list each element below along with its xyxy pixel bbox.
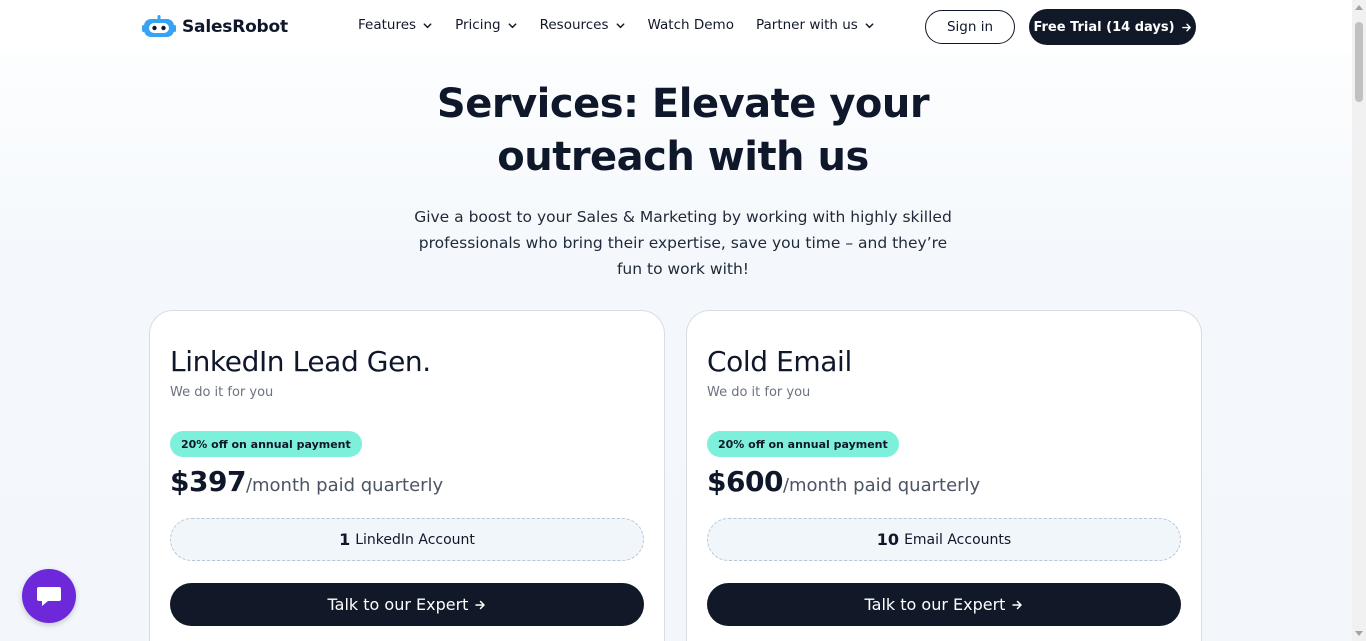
price-amount: $600	[707, 465, 783, 498]
subtitle-line-3: fun to work with!	[616, 260, 750, 278]
robot-logo-icon	[142, 15, 176, 37]
card-title: LinkedIn Lead Gen.	[170, 345, 431, 378]
brand-logo[interactable]: SalesRobot	[142, 14, 288, 40]
chat-widget-button[interactable]	[22, 569, 76, 623]
nav-item-pricing[interactable]: Pricing	[455, 17, 518, 33]
price-amount: $397	[170, 465, 246, 498]
card-subtitle: We do it for you	[707, 385, 811, 400]
nav-item-resources[interactable]: Resources	[540, 17, 626, 33]
free-trial-label: Free Trial (14 days)	[1033, 19, 1175, 35]
cta-label: Talk to our Expert	[864, 595, 1006, 614]
card-title: Cold Email	[707, 345, 852, 378]
nav-label: Pricing	[455, 17, 501, 33]
nav-item-features[interactable]: Features	[358, 17, 433, 33]
title-line-2: outreach with us	[497, 134, 869, 180]
price: $397 /month paid quarterly	[170, 465, 443, 498]
subtitle-line-1: Give a boost to your Sales & Marketing b…	[414, 208, 952, 226]
cta-label: Talk to our Expert	[327, 595, 469, 614]
nav-label: Partner with us	[755, 17, 858, 33]
nav-label: Features	[358, 17, 417, 33]
site-header: SalesRobot Features Pricing Resources Wa…	[0, 0, 1352, 54]
talk-to-expert-button[interactable]: Talk to our Expert	[170, 583, 644, 626]
nav-label: Resources	[539, 17, 609, 33]
account-quota: 1 LinkedIn Account	[170, 518, 644, 561]
main-nav: Features Pricing Resources Watch Demo Pa…	[358, 17, 897, 33]
arrow-right-icon	[1181, 23, 1191, 31]
page-subtitle: Give a boost to your Sales & Marketing b…	[383, 204, 983, 282]
pricing-card-linkedin: LinkedIn Lead Gen. We do it for you 20% …	[149, 310, 665, 641]
nav-label: Watch Demo	[647, 17, 734, 33]
scroll-up-arrow-icon[interactable]	[1355, 5, 1363, 10]
price-unit: /month paid quarterly	[782, 475, 981, 496]
sign-in-button[interactable]: Sign in	[925, 10, 1015, 44]
page-scrollbar[interactable]	[1352, 0, 1366, 641]
arrow-right-icon	[475, 600, 486, 609]
nav-item-partner[interactable]: Partner with us	[756, 17, 875, 33]
account-label: Email Accounts	[904, 531, 1012, 548]
discount-badge: 20% off on annual payment	[170, 431, 362, 457]
account-quota: 10 Email Accounts	[707, 518, 1181, 561]
chevron-down-icon	[508, 22, 517, 28]
chevron-down-icon	[865, 22, 874, 28]
discount-badge: 20% off on annual payment	[707, 431, 899, 457]
scrollbar-thumb[interactable]	[1355, 22, 1363, 102]
account-label: LinkedIn Account	[355, 531, 475, 548]
pricing-card-cold-email: Cold Email We do it for you 20% off on a…	[686, 310, 1202, 641]
chevron-down-icon	[423, 22, 432, 28]
brand-name: SalesRobot	[182, 17, 288, 37]
arrow-right-icon	[1012, 600, 1023, 609]
price-unit: /month paid quarterly	[245, 475, 444, 496]
account-count: 10	[876, 530, 900, 549]
title-line-1: Services: Elevate your	[436, 81, 930, 127]
chat-bubble-icon	[37, 587, 61, 606]
price: $600 /month paid quarterly	[707, 465, 980, 498]
chevron-down-icon	[616, 22, 624, 28]
card-subtitle: We do it for you	[170, 385, 274, 400]
free-trial-button[interactable]: Free Trial (14 days)	[1029, 9, 1196, 45]
talk-to-expert-button[interactable]: Talk to our Expert	[707, 583, 1181, 626]
subtitle-line-2: professionals who bring their expertise,…	[418, 234, 948, 252]
nav-item-watch-demo[interactable]: Watch Demo	[648, 17, 734, 33]
page-title: Services: Elevate your outreach with us	[383, 78, 983, 184]
account-count: 1	[339, 530, 351, 549]
scroll-down-arrow-icon[interactable]	[1355, 631, 1363, 636]
